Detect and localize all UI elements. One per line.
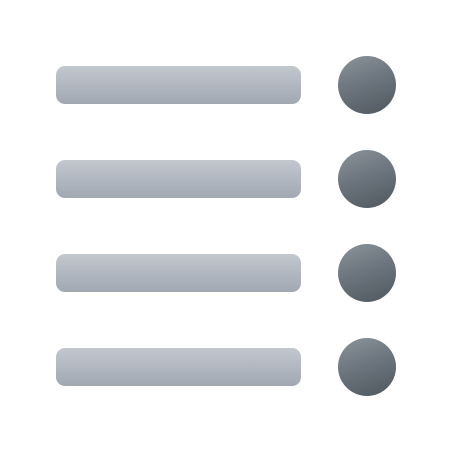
list-line-bar <box>56 66 301 104</box>
list-row-3 <box>0 243 452 303</box>
list-bullet-dot <box>338 338 396 396</box>
list-row-1 <box>0 55 452 115</box>
list-bullet-dot <box>338 150 396 208</box>
list-row-2 <box>0 149 452 209</box>
list-line-bar <box>56 348 301 386</box>
list-bullet-dot <box>338 56 396 114</box>
list-line-bar <box>56 160 301 198</box>
list-bullet-dot <box>338 244 396 302</box>
list-icon <box>0 0 452 452</box>
list-line-bar <box>56 254 301 292</box>
list-row-4 <box>0 337 452 397</box>
